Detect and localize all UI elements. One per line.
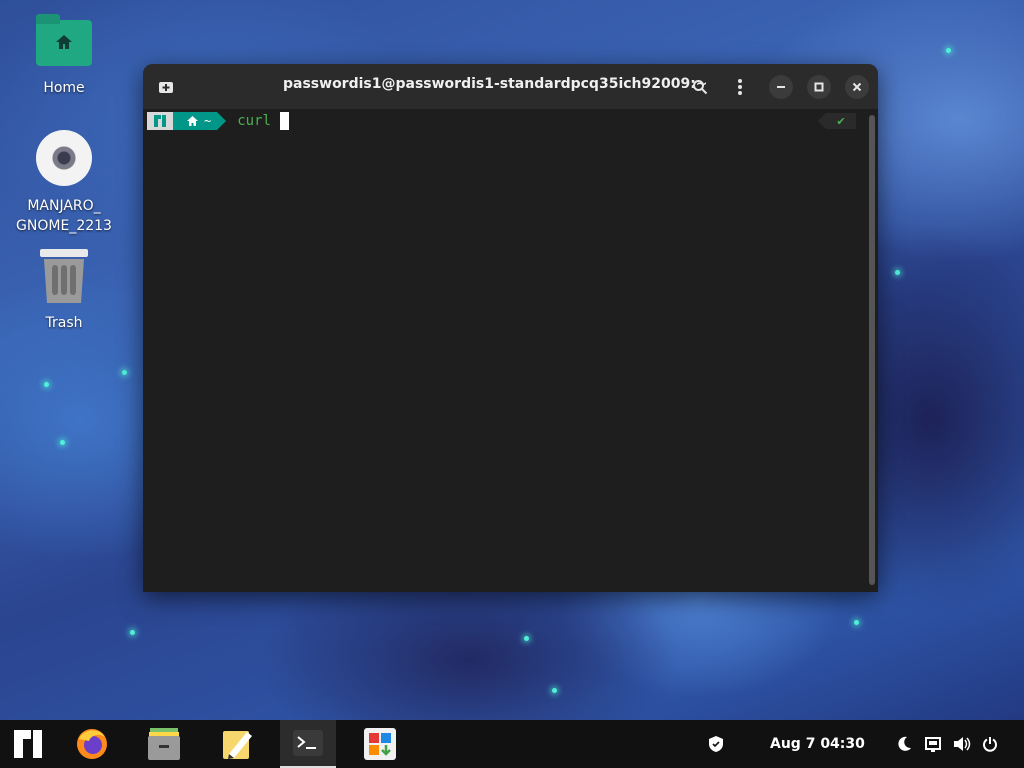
text-cursor bbox=[279, 112, 289, 130]
firefox-icon[interactable] bbox=[64, 720, 120, 768]
wallpaper-sparkle bbox=[44, 382, 49, 387]
trash-icon bbox=[34, 247, 94, 307]
terminal-icon[interactable] bbox=[280, 720, 336, 768]
maximize-icon[interactable] bbox=[807, 75, 831, 99]
volume-icon[interactable] bbox=[953, 720, 971, 768]
menu-icon[interactable] bbox=[725, 72, 755, 102]
wallpaper-sparkle bbox=[854, 620, 859, 625]
window-title: passwordis1@passwordis1-standardpcq35ich… bbox=[283, 76, 708, 92]
new-tab-icon[interactable] bbox=[151, 72, 181, 102]
prompt-directory: ~ bbox=[173, 112, 227, 130]
wallpaper-sparkle bbox=[552, 688, 557, 693]
software-center-icon[interactable] bbox=[352, 720, 408, 768]
manjaro-logo-icon bbox=[147, 112, 181, 130]
desktop-icon-label: MANJARO_ GNOME_2213 bbox=[16, 198, 112, 234]
terminal-output[interactable]: ~ curl ✔ bbox=[143, 109, 878, 592]
desktop-icon-home[interactable]: Home bbox=[9, 12, 119, 98]
command-text: curl bbox=[237, 113, 271, 129]
desktop-icon-label: Home bbox=[43, 80, 85, 96]
taskbar: Aug 7 04:30 bbox=[0, 720, 1024, 768]
desktop-icon-label: Trash bbox=[45, 315, 83, 331]
search-icon[interactable] bbox=[685, 72, 715, 102]
wallpaper-sparkle bbox=[130, 630, 135, 635]
close-icon[interactable] bbox=[845, 75, 869, 99]
power-icon[interactable] bbox=[982, 720, 998, 768]
prompt-dir-text: ~ bbox=[204, 114, 212, 128]
wallpaper-sparkle bbox=[895, 270, 900, 275]
optical-disc-icon bbox=[34, 130, 94, 190]
clock[interactable]: Aug 7 04:30 bbox=[770, 720, 865, 768]
home-icon bbox=[187, 116, 198, 126]
text-editor-icon[interactable] bbox=[210, 720, 266, 768]
scrollbar[interactable] bbox=[869, 115, 875, 585]
wallpaper-sparkle bbox=[524, 636, 529, 641]
minimize-icon[interactable] bbox=[769, 75, 793, 99]
wallpaper-sparkle bbox=[946, 48, 951, 53]
network-icon[interactable] bbox=[925, 720, 941, 768]
manjaro-menu-icon[interactable] bbox=[0, 720, 56, 768]
wallpaper-sparkle bbox=[122, 370, 127, 375]
shell-prompt: ~ curl bbox=[147, 112, 289, 130]
terminal-titlebar[interactable]: passwordis1@passwordis1-standardpcq35ich… bbox=[143, 64, 878, 109]
file-manager-icon[interactable] bbox=[136, 720, 192, 768]
wallpaper-sparkle bbox=[60, 440, 65, 445]
desktop-icon-disc[interactable]: MANJARO_ GNOME_2213 bbox=[9, 130, 119, 236]
terminal-window[interactable]: passwordis1@passwordis1-standardpcq35ich… bbox=[143, 64, 878, 592]
shield-icon[interactable] bbox=[708, 720, 724, 768]
night-light-icon[interactable] bbox=[896, 720, 912, 768]
desktop-icon-trash[interactable]: Trash bbox=[9, 247, 119, 333]
folder-home-icon bbox=[34, 12, 94, 72]
status-indicator: ✔ bbox=[818, 113, 856, 129]
